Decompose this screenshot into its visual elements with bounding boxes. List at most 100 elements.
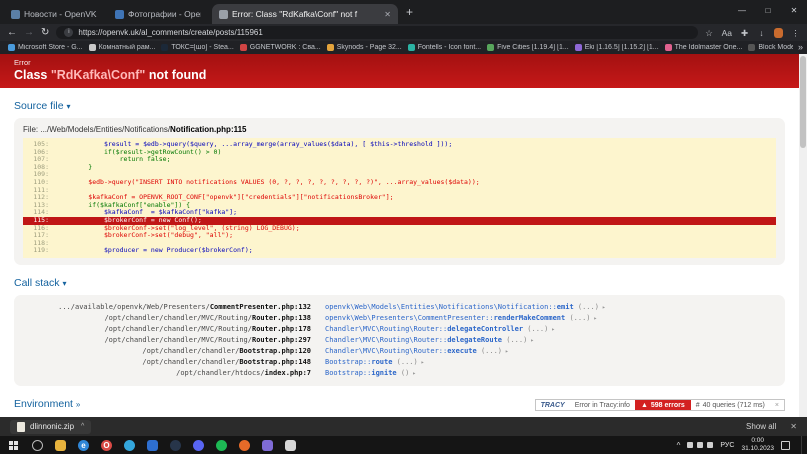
bookmark-item[interactable]: Комнатный рам... [89,44,156,51]
taskbar-firefox-icon[interactable] [233,436,256,454]
reload-button[interactable]: ↻ [41,24,49,41]
taskbar-steam-icon[interactable] [164,436,187,454]
code-text: } [57,164,92,172]
bookmark-favicon [161,44,168,51]
stack-call-link[interactable]: openvk\Web\Presenters\CommentPresenter::… [325,313,591,323]
menu-icon[interactable]: ⋮ [791,28,800,38]
browser-tab[interactable]: Новости - OpenVK [4,4,108,24]
taskbar-opera-icon[interactable]: O [95,436,118,454]
taskbar-mail-icon[interactable] [279,436,302,454]
stack-location: /opt/chandler/chandler/MVC/Routing/Route… [23,313,311,323]
bookmark-label: Комнатный рам... [99,44,156,51]
bookmark-star-icon[interactable]: ☆ [705,28,714,38]
start-button[interactable] [0,436,26,454]
bookmark-item[interactable]: GGNETWORK : Сва... [240,44,321,51]
tab-close-icon[interactable]: ✕ [384,10,391,19]
stack-row: /opt/chandler/htdocs/index.php:7 Bootstr… [23,368,776,379]
stack-row: /opt/chandler/chandler/Bootstrap.php:120… [23,346,776,357]
section-call-stack[interactable]: Call stack ▾ [14,277,799,289]
source-file-panel: File: .../Web/Models/Entities/Notificati… [14,118,785,265]
tracy-close-icon[interactable]: × [770,400,784,410]
stack-location: /opt/chandler/chandler/MVC/Routing/Route… [23,335,311,345]
minimize-button[interactable]: — [729,0,755,24]
stack-call-link[interactable]: Bootstrap::route (...) [325,357,418,367]
taskbar-clock[interactable]: 0:00 31.10.2023 [741,437,774,453]
bookmark-item[interactable]: Fontells - Icon font... [408,44,481,51]
tracy-queries[interactable]: # 40 queries (712 ms) [691,400,770,410]
maximize-button[interactable]: □ [755,0,781,24]
tracy-errors-badge[interactable]: ▲ 598 errors [635,400,691,410]
bookmark-item[interactable]: Block Models [748,44,799,51]
browser-tab[interactable]: Error: Class "RdKafka\Conf" not f ✕ [212,4,398,24]
taskbar-search-icon[interactable] [26,436,49,454]
translate-icon[interactable]: Aа [722,28,732,38]
bookmark-label: GGNETWORK : Сва... [250,44,321,51]
stack-call-link[interactable]: Bootstrap::ignite () [325,368,409,378]
bookmark-item[interactable]: Eki [1.16.5] [1.15.2] [1... [575,44,659,51]
back-button[interactable]: ← [7,24,17,41]
taskbar-vscode-icon[interactable] [141,436,164,454]
stack-call-link[interactable]: Chandler\MVC\Routing\Router::delegateCon… [325,324,548,334]
taskbar-telegram-icon[interactable] [118,436,141,454]
url-text[interactable]: https://openvk.uk/al_comments/create/pos… [78,28,262,37]
new-tab-button[interactable]: + [406,2,413,22]
stack-args: (...) [565,314,590,322]
section-caret-icon: » [76,400,80,409]
error-class-name: "RdKafka\Conf" [51,68,146,82]
download-expand-icon[interactable]: ^ [81,423,84,430]
tab-title: Error: Class "RdKafka\Conf" not f [232,9,380,19]
forward-button[interactable]: → [24,24,34,41]
show-all-downloads-button[interactable]: Show all [746,422,776,431]
taskbar-edge-icon[interactable]: e [72,436,95,454]
bookmark-item[interactable]: The Idolmaster One... [665,44,743,51]
expand-arrow-icon[interactable]: ▸ [412,369,416,379]
expand-arrow-icon[interactable]: ▸ [602,303,606,313]
notification-center-icon[interactable] [781,441,790,450]
stack-row: /opt/chandler/chandler/MVC/Routing/Route… [23,313,776,324]
expand-arrow-icon[interactable]: ▸ [421,358,425,368]
taskbar-explorer-icon[interactable] [49,436,72,454]
expand-arrow-icon[interactable]: ▸ [551,325,555,335]
bookmark-item[interactable]: Microsoft Store - G... [8,44,83,51]
expand-arrow-icon[interactable]: ▸ [530,336,534,346]
browser-tab[interactable]: Фотографии - OpenVK [108,4,212,24]
volume-icon[interactable] [707,442,713,448]
tray-expand-icon[interactable]: ^ [677,441,681,450]
stack-location: .../available/openvk/Web/Presenters/Comm… [23,302,311,312]
code-line: 110: $edb->query("INSERT INTO notificati… [23,179,776,187]
stack-args: () [397,369,410,377]
bookmark-item[interactable]: ТОКС=[шо] - Stea... [161,44,233,51]
close-downloads-bar-icon[interactable]: ✕ [790,422,797,431]
scrollbar-thumb[interactable] [800,56,806,148]
taskbar-discord-icon[interactable] [187,436,210,454]
expand-arrow-icon[interactable]: ▸ [594,314,598,324]
stack-location: /opt/chandler/chandler/MVC/Routing/Route… [23,324,311,334]
network-icon[interactable] [697,442,703,448]
close-window-button[interactable]: ✕ [781,0,807,24]
language-indicator[interactable]: РУС [720,442,734,449]
download-item[interactable]: dlinnonic.zip ^ [10,420,91,434]
bookmark-label: The Idolmaster One... [675,44,743,51]
line-number: 119: [23,247,57,255]
bookmarks-overflow-icon[interactable]: » [793,41,803,54]
extensions-icon[interactable]: ✚ [740,28,749,38]
taskbar-photos-icon[interactable] [256,436,279,454]
stack-call-link[interactable]: Chandler\MVC\Routing\Router::delegateRou… [325,335,527,345]
bookmark-favicon [89,44,96,51]
onedrive-icon[interactable] [687,442,693,448]
page-scrollbar[interactable] [799,54,807,417]
tracy-info[interactable]: Error in Tracy:info [570,400,635,410]
show-desktop-button[interactable] [801,436,804,454]
url-box[interactable]: i https://openvk.uk/al_comments/create/p… [56,26,697,39]
system-tray: ^ РУС 0:00 31.10.2023 [677,436,807,454]
bookmark-item[interactable]: Five Cities [1.19.4] [1... [487,44,569,51]
section-source-file[interactable]: Source file ▾ [14,100,799,112]
profile-avatar[interactable] [774,28,783,38]
stack-call-link[interactable]: openvk\Web\Models\Entities\Notifications… [325,302,599,312]
taskbar-spotify-icon[interactable] [210,436,233,454]
downloads-icon[interactable]: ↓ [757,28,766,38]
bookmark-item[interactable]: Skynods - Page 32... [327,44,402,51]
stack-call-link[interactable]: Chandler\MVC\Routing\Router::execute (..… [325,346,502,356]
site-info-icon[interactable]: i [64,28,73,37]
expand-arrow-icon[interactable]: ▸ [505,347,509,357]
